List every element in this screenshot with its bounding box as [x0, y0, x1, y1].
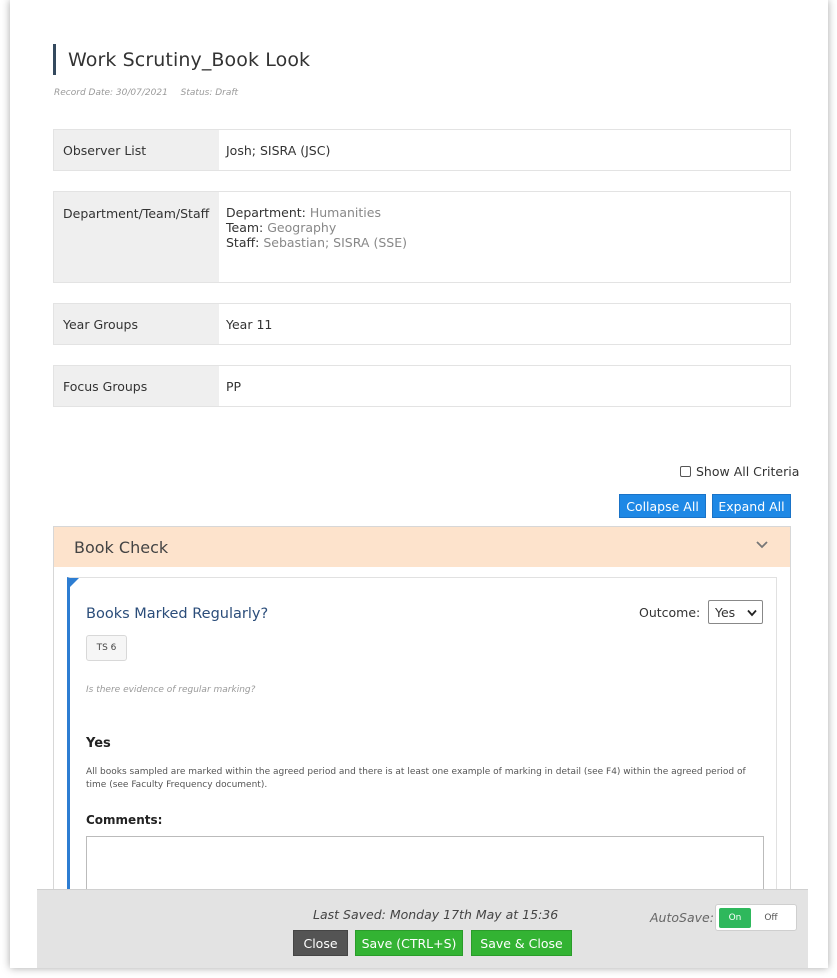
department-value: Department: Humanities Team: Geography S… — [219, 192, 790, 282]
autosave-on-option[interactable]: On — [719, 907, 751, 928]
chevron-down-icon[interactable] — [756, 539, 768, 551]
answer-description: All books sampled are marked within the … — [86, 767, 746, 790]
save-footer: Last Saved: Monday 17th May at 15:36 Aut… — [37, 889, 808, 968]
focus-groups-value: PP — [226, 378, 242, 394]
staff-key: Staff: — [226, 235, 260, 250]
observer-label: Observer List — [54, 130, 219, 170]
page-title: Work Scrutiny_Book Look — [68, 48, 311, 71]
outcome-value: Yes — [715, 604, 736, 620]
answer-title: Yes — [86, 736, 111, 751]
show-all-criteria[interactable]: Show All Criteria — [680, 464, 799, 479]
department-key: Department: — [226, 205, 306, 220]
page-title-block: Work Scrutiny_Book Look — [53, 44, 310, 75]
record-status: Status: Draft — [180, 88, 239, 98]
team-key: Team: — [226, 220, 264, 235]
year-groups-label: Year Groups — [54, 304, 219, 344]
chevron-down-icon — [747, 609, 757, 617]
outcome-select[interactable]: Yes — [708, 600, 763, 624]
criterion-question: Is there evidence of regular marking? — [86, 685, 256, 695]
show-all-checkbox[interactable] — [680, 466, 691, 477]
record-window: Work Scrutiny_Book Look Record Date: 30/… — [10, 0, 828, 968]
section-header[interactable]: Book Check — [54, 527, 790, 567]
collapse-all-button[interactable]: Collapse All — [619, 494, 706, 518]
outcome-label: Outcome: — [639, 605, 701, 620]
year-groups-row: Year Groups Year 11 — [53, 303, 791, 345]
record-meta: Record Date: 30/07/2021 Status: Draft — [54, 88, 248, 98]
staff-name: Sebastian; SISRA (SSE) — [263, 235, 407, 250]
show-all-label: Show All Criteria — [696, 464, 800, 479]
record-date: Record Date: 30/07/2021 — [54, 88, 168, 98]
save-and-close-button[interactable]: Save & Close — [471, 930, 572, 956]
observer-row: Observer List Josh; SISRA (JSC) — [53, 129, 791, 171]
close-button[interactable]: Close — [293, 930, 348, 956]
department-label: Department/Team/Staff — [54, 192, 219, 282]
last-saved-text: Last Saved: Monday 17th May at 15:36 — [313, 907, 559, 922]
autosave-label: AutoSave: — [650, 910, 714, 925]
save-button[interactable]: Save (CTRL+S) — [355, 930, 463, 956]
autosave-toggle[interactable]: On Off — [715, 904, 797, 931]
department-row: Department/Team/Staff Department: Humani… — [53, 191, 791, 283]
section-title: Book Check — [74, 537, 169, 557]
expand-all-button[interactable]: Expand All — [712, 494, 791, 518]
team-name: Geography — [267, 220, 337, 235]
focus-groups-label: Focus Groups — [54, 366, 219, 406]
card-corner-marker — [70, 578, 79, 587]
comments-label: Comments: — [86, 813, 163, 827]
autosave-off-option[interactable]: Off — [751, 908, 791, 928]
criterion-title: Books Marked Regularly? — [86, 606, 269, 622]
department-name: Humanities — [309, 205, 381, 220]
focus-groups-row: Focus Groups PP — [53, 365, 791, 407]
criterion-tag: TS 6 — [86, 635, 127, 661]
year-groups-value: Year 11 — [226, 316, 273, 332]
observer-value: Josh; SISRA (JSC) — [226, 142, 331, 158]
